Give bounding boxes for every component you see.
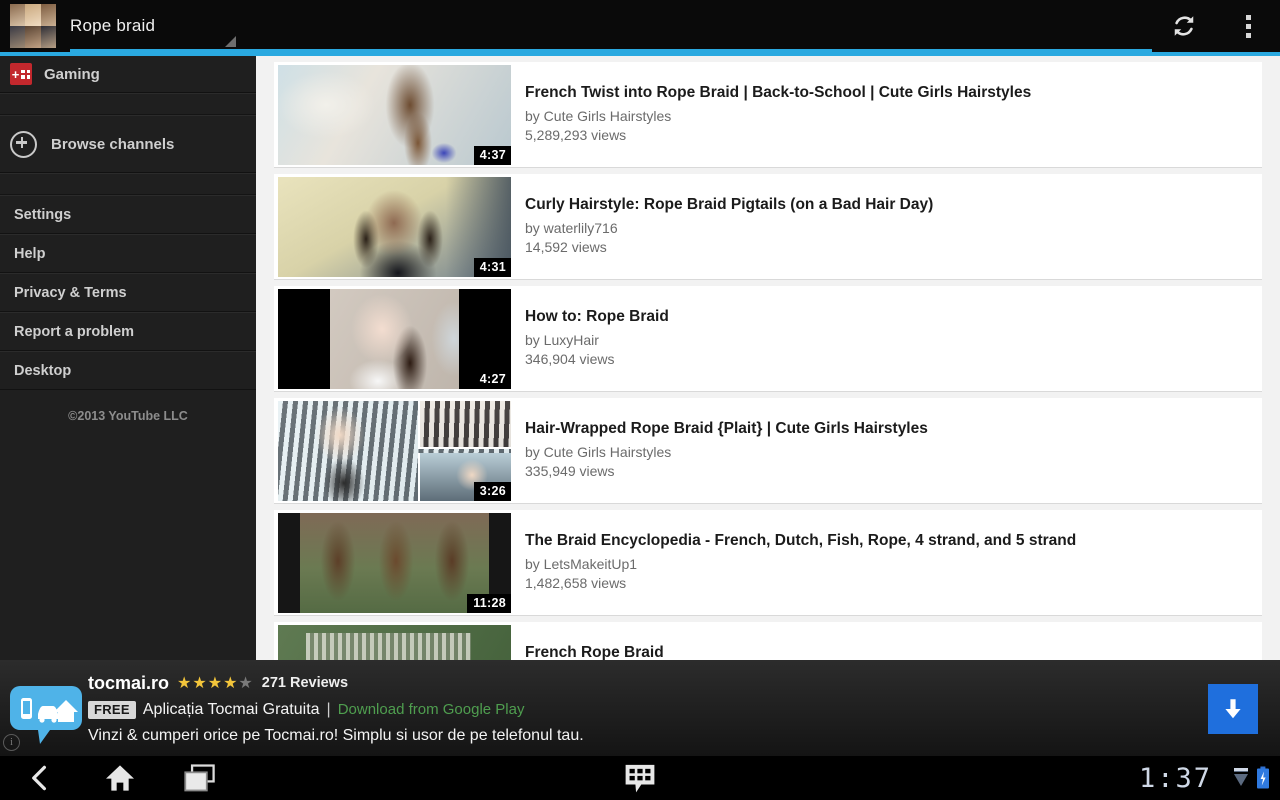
ad-review-count: 271 Reviews xyxy=(261,675,349,691)
ad-description: Vinzi & cumperi orice pe Tocmai.ro! Simp… xyxy=(88,727,584,744)
plus-circle-icon xyxy=(10,130,37,158)
thumbnail-letterbox-left xyxy=(278,289,330,389)
refresh-button[interactable] xyxy=(1152,0,1216,52)
action-bar: Rope braid xyxy=(0,0,1280,52)
recent-apps-button[interactable] xyxy=(160,756,240,800)
ad-banner[interactable]: tocmai.ro ★★★★★ 271 Reviews FREE Aplicaț… xyxy=(0,660,1280,756)
overflow-menu-button[interactable] xyxy=(1216,0,1280,52)
navigation-drawer: + Gaming Browse channels Settings Help P… xyxy=(0,56,257,660)
video-title[interactable]: Curly Hairstyle: Rope Braid Pigtails (on… xyxy=(525,196,933,214)
video-result-row[interactable]: 4:31 Curly Hairstyle: Rope Braid Pigtail… xyxy=(274,174,1262,280)
sidebar-item-help[interactable]: Help xyxy=(0,234,256,273)
video-result-row[interactable]: 4:37 French Twist into Rope Braid | Back… xyxy=(274,62,1262,168)
download-arrow-icon xyxy=(1225,699,1241,719)
video-thumbnail[interactable]: 4:27 xyxy=(278,289,511,389)
sidebar-item-label-report: Report a problem xyxy=(14,323,135,340)
video-uploader: by waterlily716 xyxy=(525,220,618,236)
sidebar-item-label-privacy: Privacy & Terms xyxy=(14,284,127,301)
sidebar-item-desktop[interactable]: Desktop xyxy=(0,351,256,390)
info-icon[interactable]: i xyxy=(3,734,20,751)
video-uploader: by Cute Girls Hairstyles xyxy=(525,444,672,460)
video-meta: French Rope Braid by torrinpaige xyxy=(511,622,664,660)
sidebar-item-label-gaming: Gaming xyxy=(44,65,100,83)
video-duration: 3:26 xyxy=(473,482,511,501)
sidebar-item-label-settings: Settings xyxy=(14,206,72,223)
video-view-count: 5,289,293 views xyxy=(525,127,627,143)
sidebar-item-label-desktop: Desktop xyxy=(14,362,72,379)
video-duration: 11:28 xyxy=(467,594,511,613)
search-input[interactable]: Rope braid xyxy=(70,0,1152,52)
video-uploader: by Cute Girls Hairstyles xyxy=(525,108,672,124)
video-meta: How to: Rope Braid by LuxyHair 346,904 v… xyxy=(511,286,669,367)
sidebar-item-report-problem[interactable]: Report a problem xyxy=(0,312,256,351)
sidebar-item-settings[interactable]: Settings xyxy=(0,195,256,234)
ad-app-icon xyxy=(10,674,82,746)
video-meta: Hair-Wrapped Rope Braid {Plait} | Cute G… xyxy=(511,398,928,479)
keyboard-button[interactable] xyxy=(600,756,680,800)
sidebar-item-browse-channels[interactable]: Browse channels xyxy=(0,115,256,173)
video-view-count: 1,482,658 views xyxy=(525,575,627,591)
battery-charging-icon xyxy=(1257,766,1269,789)
sidebar-item-privacy-terms[interactable]: Privacy & Terms xyxy=(0,273,256,312)
video-title[interactable]: How to: Rope Braid xyxy=(525,308,669,326)
overflow-menu-icon xyxy=(1245,14,1251,38)
video-view-count: 14,592 views xyxy=(525,239,607,255)
home-button[interactable] xyxy=(80,756,160,800)
video-meta: The Braid Encyclopedia - French, Dutch, … xyxy=(511,510,1076,591)
video-thumbnail[interactable]: 3:26 xyxy=(278,401,511,501)
sidebar-item-label-help: Help xyxy=(14,245,46,262)
ad-separator: | xyxy=(326,700,331,718)
video-title[interactable]: French Twist into Rope Braid | Back-to-S… xyxy=(525,84,1031,102)
status-clock: 1:37 xyxy=(1138,762,1212,794)
system-navigation-bar: 1:37 xyxy=(0,756,1280,800)
home-icon xyxy=(106,765,134,791)
video-meta: French Twist into Rope Braid | Back-to-S… xyxy=(511,62,1031,143)
video-thumbnail[interactable]: 11:28 xyxy=(278,513,511,613)
android-screen: Rope braid + Gaming Browse channels Sett… xyxy=(0,0,1280,800)
video-duration: 4:37 xyxy=(473,146,511,165)
download-status-icon xyxy=(1234,768,1248,786)
search-suggestion-avatar xyxy=(10,4,56,48)
video-thumbnail[interactable]: 4:31 xyxy=(278,177,511,277)
back-arrow-icon xyxy=(32,765,46,791)
video-result-row[interactable]: 4:27 How to: Rope Braid by LuxyHair 346,… xyxy=(274,286,1262,392)
video-duration: 4:31 xyxy=(473,258,511,277)
video-thumbnail[interactable] xyxy=(278,625,511,660)
ad-free-badge: FREE xyxy=(88,700,136,719)
gaming-add-icon: + xyxy=(10,63,32,85)
video-title[interactable]: Hair-Wrapped Rope Braid {Plait} | Cute G… xyxy=(525,420,928,438)
video-uploader: by LuxyHair xyxy=(525,332,599,348)
video-meta: Curly Hairstyle: Rope Braid Pigtails (on… xyxy=(511,174,933,255)
ad-subtitle: Aplicația Tocmai Gratuita xyxy=(142,700,320,718)
ad-download-button[interactable] xyxy=(1208,684,1258,734)
sidebar-item-gaming[interactable]: + Gaming xyxy=(0,56,256,93)
video-view-count: 335,949 views xyxy=(525,463,615,479)
video-result-row[interactable]: 3:26 Hair-Wrapped Rope Braid {Plait} | C… xyxy=(274,398,1262,504)
back-button[interactable] xyxy=(0,756,80,800)
search-query-text: Rope braid xyxy=(70,16,156,35)
video-result-row[interactable]: 11:28 The Braid Encyclopedia - French, D… xyxy=(274,510,1262,616)
ad-brand-name: tocmai.ro xyxy=(88,672,170,693)
video-title[interactable]: The Braid Encyclopedia - French, Dutch, … xyxy=(525,532,1076,550)
ad-store-link[interactable]: Download from Google Play xyxy=(338,701,525,718)
sidebar-divider-1 xyxy=(0,93,256,115)
video-uploader: by LetsMakeitUp1 xyxy=(525,556,638,572)
refresh-icon xyxy=(1174,16,1194,36)
search-results-list[interactable]: 4:37 French Twist into Rope Braid | Back… xyxy=(256,56,1280,660)
video-view-count: 346,904 views xyxy=(525,351,615,367)
ad-text-block: tocmai.ro ★★★★★ 271 Reviews FREE Aplicaț… xyxy=(88,670,1168,745)
keyboard-icon xyxy=(625,764,655,793)
recent-apps-icon xyxy=(184,764,215,792)
video-result-row[interactable]: French Rope Braid by torrinpaige xyxy=(274,622,1262,660)
sidebar-divider-2 xyxy=(0,173,256,195)
video-thumbnail[interactable]: 4:37 xyxy=(278,65,511,165)
copyright-text: ©2013 YouTube LLC xyxy=(68,409,188,423)
status-icons xyxy=(1233,756,1270,800)
video-title[interactable]: French Rope Braid xyxy=(525,644,664,660)
video-duration: 4:27 xyxy=(473,370,511,389)
sidebar-item-label-browse: Browse channels xyxy=(51,135,175,153)
ad-star-rating: ★★★★★ xyxy=(177,675,254,692)
resize-handle-icon xyxy=(225,36,236,47)
